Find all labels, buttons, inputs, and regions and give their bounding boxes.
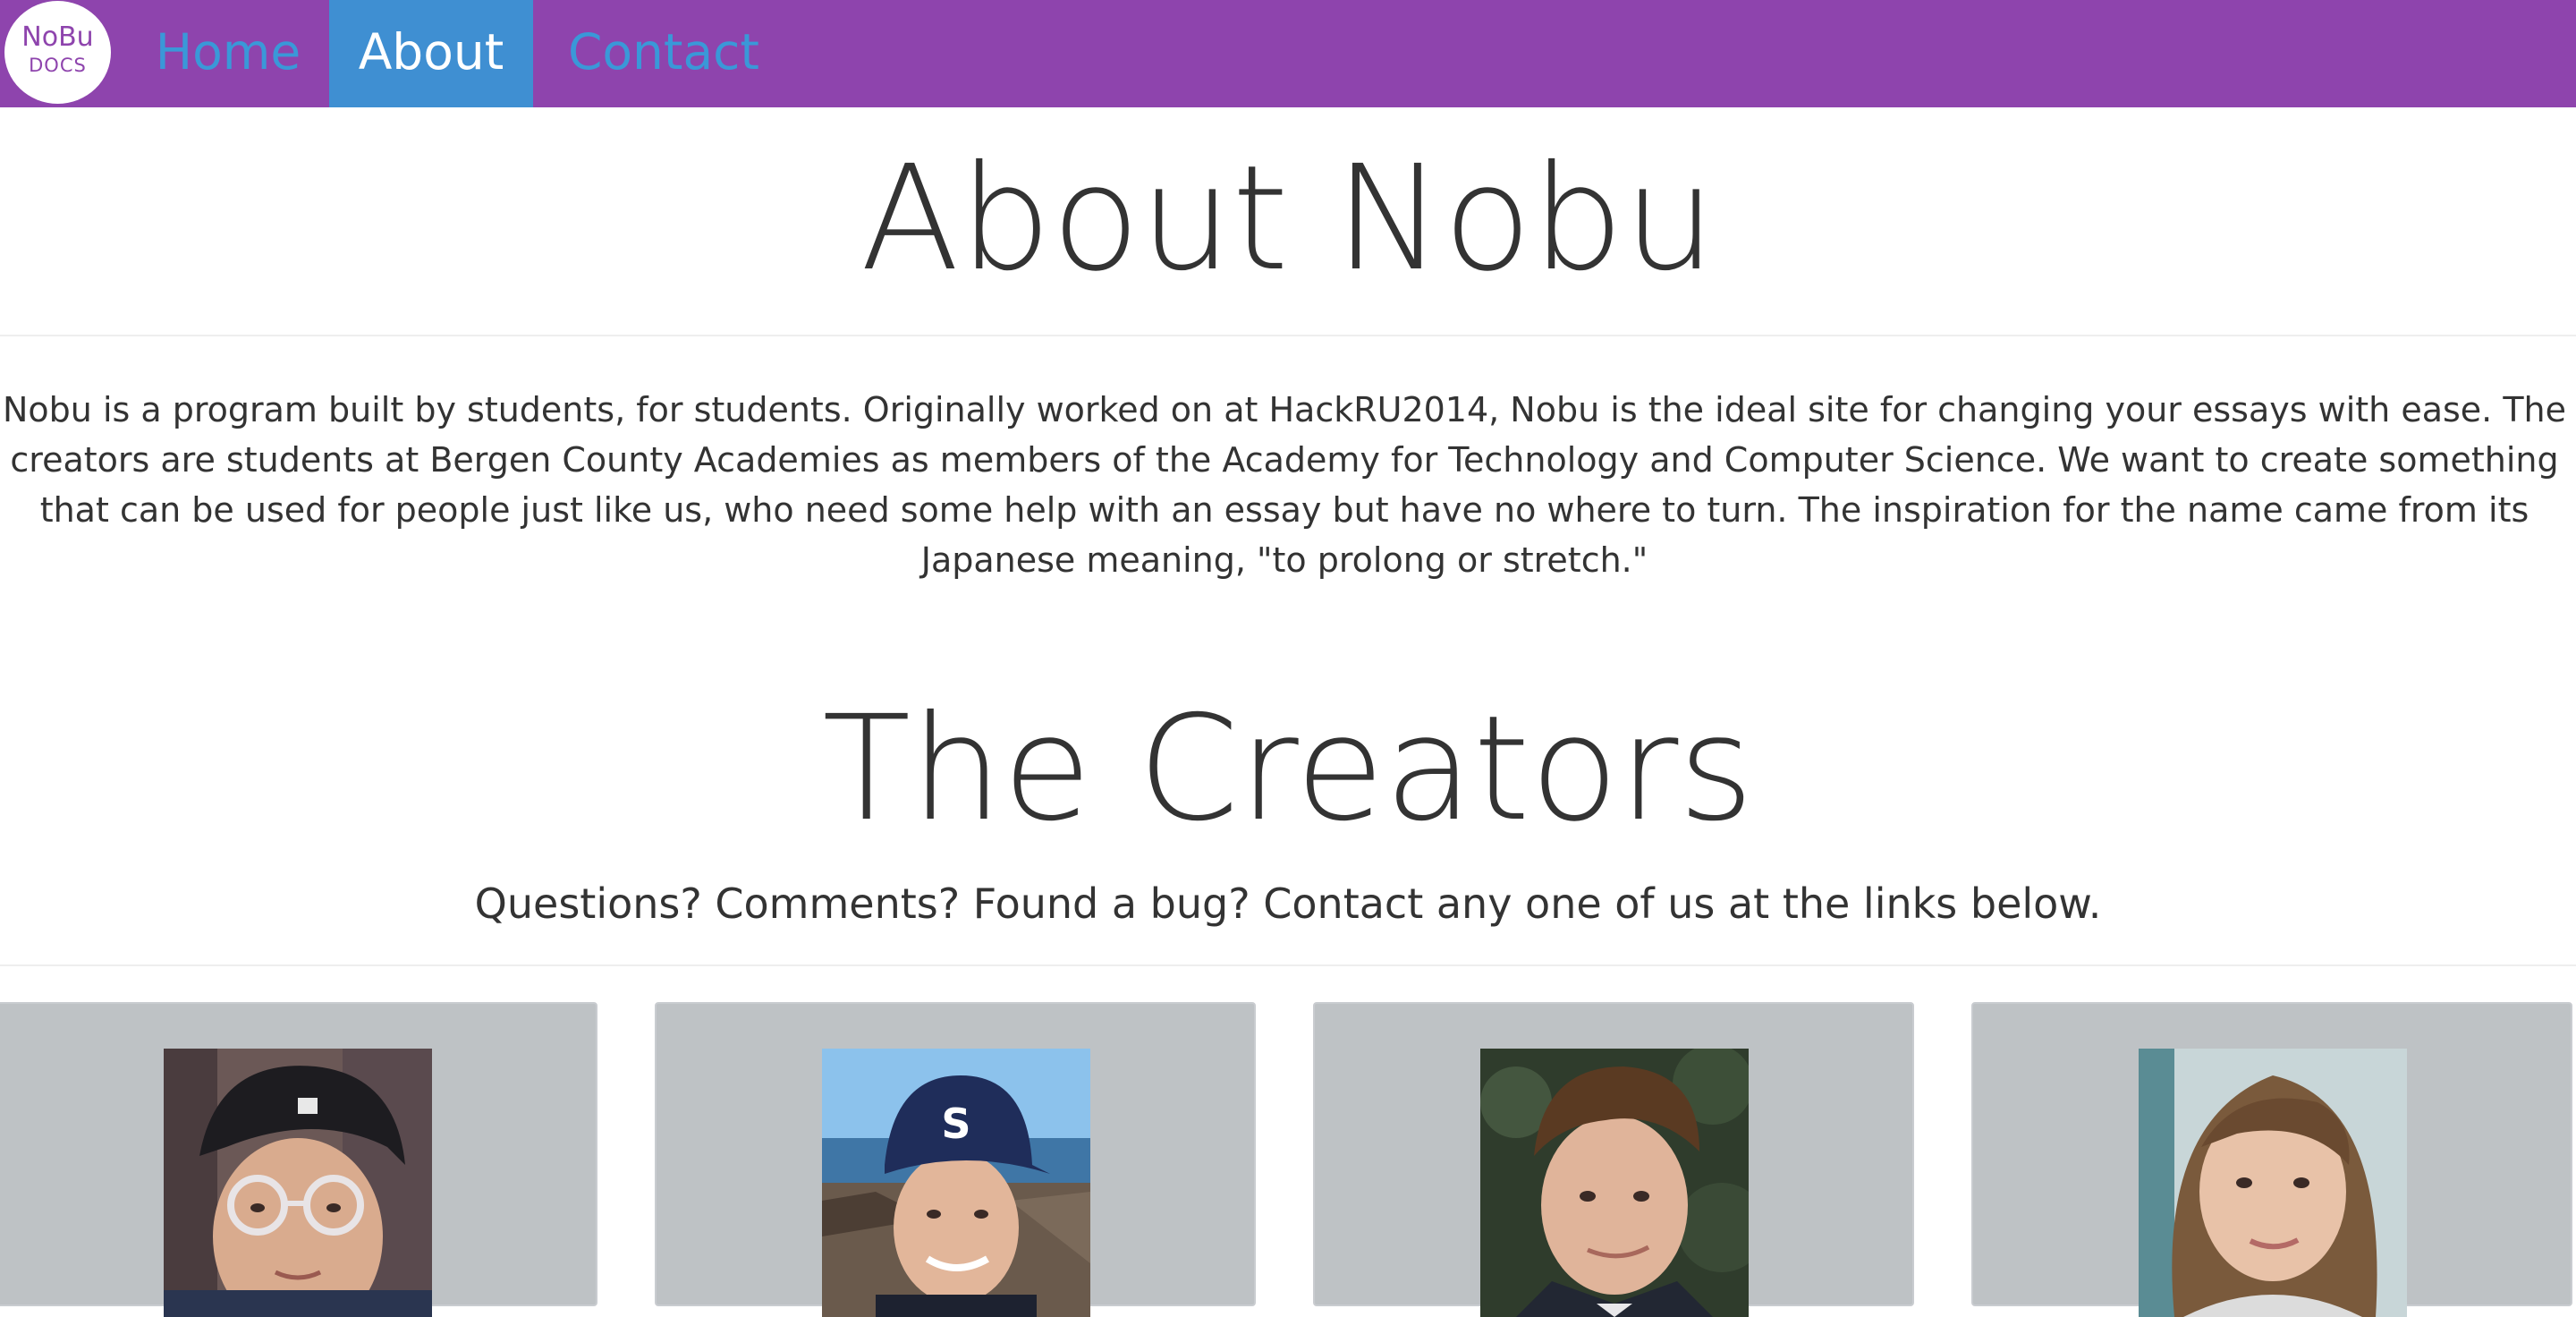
creators-subtitle: Questions? Comments? Found a bug? Contac… — [474, 879, 2102, 928]
svg-text:S: S — [941, 1100, 970, 1148]
creator-photo-suit — [1480, 1049, 1749, 1317]
logo-line1: NoBu — [21, 21, 94, 53]
creator-photo-glasses-cap — [164, 1049, 432, 1317]
about-paragraph: Nobu is a program built by students, for… — [2, 390, 2566, 580]
section-divider — [0, 335, 2576, 336]
section-divider — [0, 964, 2576, 966]
creator-card: S — [655, 1002, 1256, 1317]
nav-home-link[interactable]: Home — [134, 0, 322, 107]
creator-card — [1313, 1002, 1914, 1317]
top-navbar: NoBu DOCS Home About Contact — [0, 0, 2576, 107]
about-title: About Nobu — [860, 135, 1716, 303]
creator-photo-brown-hair — [2139, 1049, 2407, 1317]
creator-card — [0, 1002, 597, 1317]
creators-title: The Creators — [822, 685, 1754, 854]
nav-about-link[interactable]: About — [329, 0, 533, 107]
nav-contact-link[interactable]: Contact — [547, 0, 780, 107]
nobu-docs-logo[interactable]: NoBu DOCS — [4, 1, 111, 104]
creator-card — [1971, 1002, 2572, 1317]
logo-line2: DOCS — [29, 55, 87, 76]
creator-photo-blue-cap: S — [822, 1049, 1090, 1317]
